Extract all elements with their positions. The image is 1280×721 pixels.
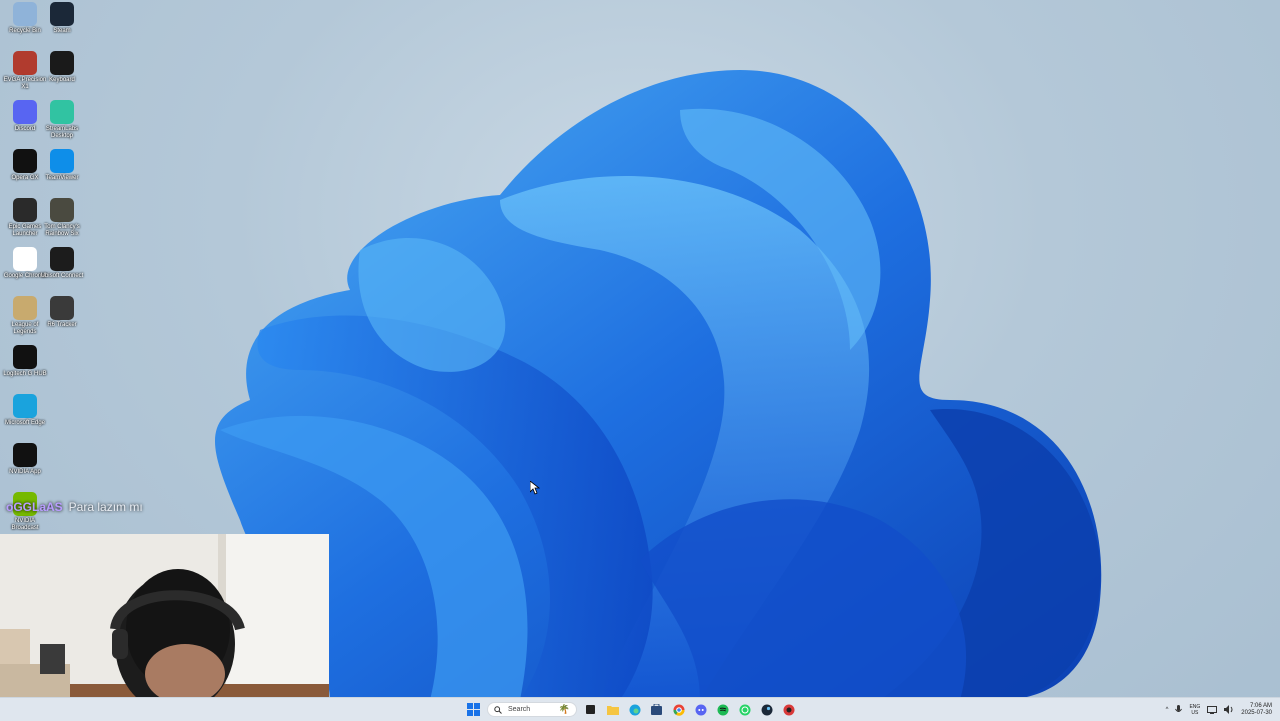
windows-logo-icon [467,703,480,716]
folder-icon [606,705,619,715]
spotify-icon [717,704,728,715]
threads-icon [13,149,37,173]
desktop-icon-label: NVIDIA Broadcast [11,518,39,531]
webcam-feed [0,534,329,720]
microphone-icon[interactable] [1175,704,1183,715]
spotify-button[interactable] [714,701,731,718]
recycle-bin-icon [13,2,37,26]
ubisoft-icon [50,247,74,271]
r6-tracker-icon [50,296,74,320]
app-button[interactable] [780,701,797,718]
desktop-icon-label: Microsoft Edge [4,420,46,426]
desktop-icon-ubisoft[interactable]: Ubisoft Connect [40,247,84,280]
region-code: US [1191,709,1199,716]
language-indicator[interactable]: ENG US [1189,704,1200,716]
start-button[interactable] [465,701,482,718]
network-icon[interactable] [1207,705,1218,714]
taskbar: Search 🌴 ^ ENG US 7:06 AM 2025-07-30 [0,697,1280,721]
whatsapp-button[interactable] [736,701,753,718]
desktop-icon-label: TeamViewer [45,175,79,181]
desktop-icon-label: Tom Clancy's Rainbow Six [44,224,80,237]
taskbar-search[interactable]: Search 🌴 [487,702,577,717]
volume-icon[interactable] [1224,705,1234,714]
whatsapp-icon [739,704,750,715]
desktop-icon-logitech[interactable]: Logitech G HUB [3,345,47,378]
discord-icon [695,704,706,715]
desktop-icon-label: Logitech G HUB [3,371,47,377]
show-hidden-icons-chevron-icon[interactable]: ^ [1166,707,1169,713]
desktop-icon-edge[interactable]: Microsoft Edge [3,394,47,427]
streamlabs-icon [50,100,74,124]
file-explorer-button[interactable] [604,701,621,718]
chrome-button[interactable] [670,701,687,718]
mouse-cursor [530,481,540,495]
desktop-icon-label: Keyboard [49,77,75,83]
desktop-icon-r6-tracker[interactable]: R6 Tracker [40,296,84,329]
desktop-icon-label: Ubisoft Connect [40,273,84,279]
rainbow-six-game-icon [50,198,74,222]
desktop-icon-label: NVIDIA App [9,469,41,475]
chrome-icon [672,704,685,716]
chat-username: oGGLaAS [6,500,63,514]
keyboard-icon [50,51,74,75]
logitech-icon [13,345,37,369]
webcam-overlay [0,534,329,720]
search-placeholder: Search [508,706,531,713]
edge-icon [13,394,37,418]
task-view-button[interactable] [582,701,599,718]
chat-overlay: oGGLaAS Para lazım mı [6,500,143,514]
search-highlight-icon: 🌴 [558,704,570,714]
taskbar-pinned: Search 🌴 [465,700,797,719]
store-icon [651,704,662,715]
store-button[interactable] [648,701,665,718]
desktop-icon-label: StreamLabs Desktop [45,126,79,139]
desktop-icon-streamlabs[interactable]: StreamLabs Desktop [40,100,84,140]
discord-button[interactable] [692,701,709,718]
search-icon [494,705,502,714]
system-tray: ^ ENG US 7:06 AM 2025-07-30 [1166,700,1272,719]
desktop-icon-label: Steam [53,28,71,34]
desktop-icon-steam[interactable]: Steam [40,2,84,35]
clock-date: 2025-07-30 [1241,709,1272,716]
epic-games-icon [13,198,37,222]
league-icon [13,296,37,320]
desktop-icon-nvidia-app[interactable]: NVIDIA App [3,443,47,476]
task-view-icon [586,705,595,714]
steam-icon [50,2,74,26]
chrome-icon [13,247,37,271]
edge-button[interactable] [626,701,643,718]
desktop-icon-teamviewer[interactable]: TeamViewer [40,149,84,182]
steam-button[interactable] [758,701,775,718]
teamviewer-icon [50,149,74,173]
language-code: ENG [1189,703,1201,710]
steam-icon [761,704,772,715]
discord-icon [13,100,37,124]
desktop-icon-keyboard[interactable]: Keyboard [40,51,84,84]
app-icon [783,704,794,715]
desktop-icon-rainbow-six-game[interactable]: Tom Clancy's Rainbow Six [40,198,84,238]
chat-message: Para lazım mı [68,500,143,514]
evga-icon [13,51,37,75]
clock[interactable]: 7:06 AM 2025-07-30 [1241,703,1272,717]
edge-icon [629,704,640,715]
nvidia-app-icon [13,443,37,467]
desktop-icon-label: R6 Tracker [47,322,77,328]
clock-time: 7:06 AM [1249,702,1272,709]
